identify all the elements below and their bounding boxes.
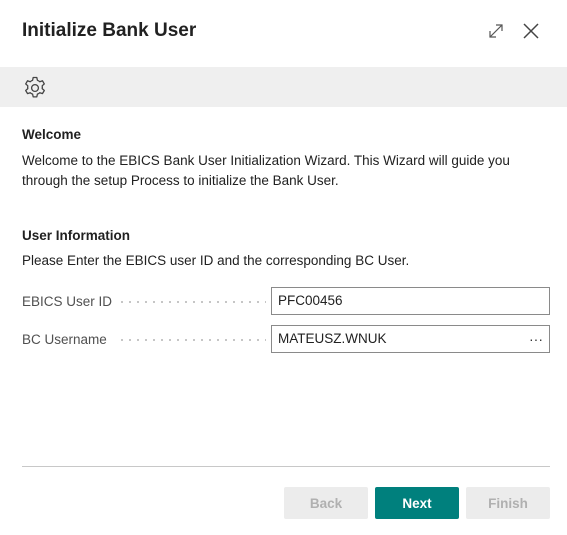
ebics-user-id-label: EBICS User ID [22, 294, 113, 309]
expand-button[interactable] [485, 20, 507, 42]
initialize-bank-user-dialog: Initialize Bank User Welcome Welcome to … [0, 0, 567, 535]
dialog-title: Initialize Bank User [22, 20, 197, 41]
ebics-user-id-leader-dots [118, 301, 266, 303]
user-information-description: Please Enter the EBICS user ID and the c… [22, 253, 410, 268]
gear-icon [25, 76, 45, 98]
close-icon [523, 23, 539, 39]
back-button[interactable]: Back [284, 487, 368, 519]
bc-username-field[interactable]: MATEUSZ.WNUK ··· [271, 325, 550, 353]
settings-button[interactable] [22, 75, 48, 101]
welcome-text-line-2: through the setup Process to initialize … [22, 173, 339, 188]
bc-username-value: MATEUSZ.WNUK [278, 331, 387, 346]
bc-username-label: BC Username [22, 332, 107, 347]
bc-username-lookup-button[interactable]: ··· [529, 326, 543, 352]
welcome-text-line-1: Welcome to the EBICS Bank User Initializ… [22, 153, 510, 168]
welcome-heading: Welcome [22, 127, 82, 142]
next-button[interactable]: Next [375, 487, 459, 519]
user-information-heading: User Information [22, 228, 131, 243]
action-toolbar [0, 67, 567, 107]
close-button[interactable] [520, 20, 542, 42]
expand-icon [489, 24, 503, 38]
ebics-user-id-field[interactable]: PFC00456 [271, 287, 550, 315]
bc-username-leader-dots [118, 339, 266, 341]
footer-divider [22, 466, 550, 467]
ebics-user-id-value: PFC00456 [278, 293, 343, 308]
finish-button[interactable]: Finish [466, 487, 550, 519]
